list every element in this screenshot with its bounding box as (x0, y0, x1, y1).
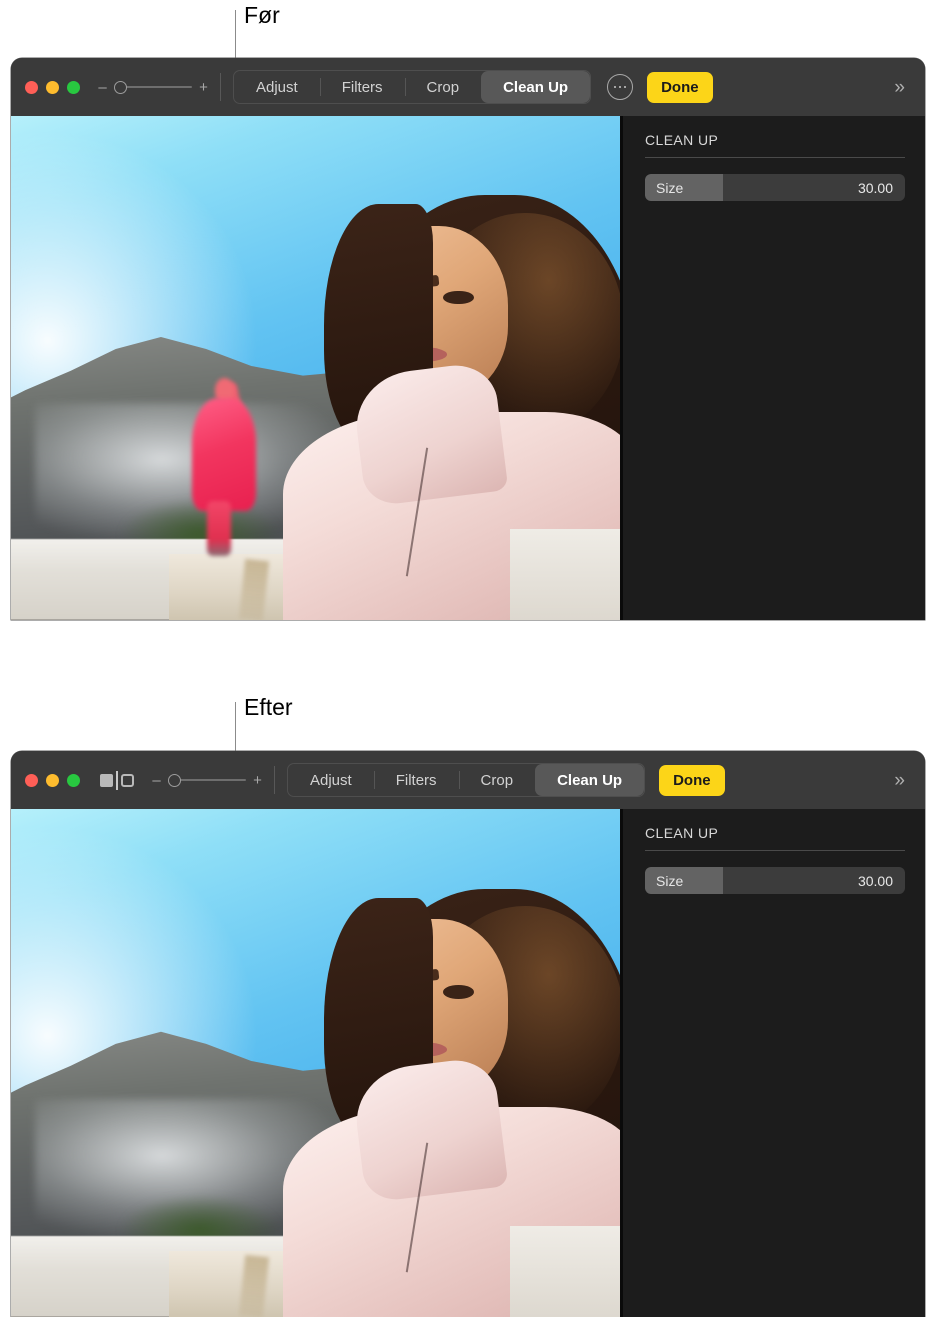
tab-clean-up[interactable]: Clean Up (535, 764, 645, 796)
tab-adjust[interactable]: Adjust (288, 764, 374, 796)
tab-clean-up[interactable]: Clean Up (481, 71, 591, 103)
wall-edge-right (510, 529, 620, 620)
panel-divider (645, 850, 905, 851)
minimize-button-icon[interactable] (46, 773, 59, 787)
chevron-double-right-icon[interactable]: » (894, 78, 905, 97)
zoom-slider-rail (120, 86, 192, 88)
zoom-slider-after[interactable]: – + (152, 773, 262, 788)
maximize-button-icon[interactable] (67, 773, 80, 787)
window-titlebar-before: – + Adjust Filters Crop Clean Up Done » (11, 58, 925, 116)
panel-title: CLEAN UP (645, 825, 719, 841)
size-slider-label: Size (656, 872, 684, 889)
toolbar-divider (220, 73, 221, 101)
zoom-slider-rail (174, 779, 246, 781)
photo-canvas-after[interactable] (11, 809, 623, 1317)
toolbar-divider (274, 766, 275, 794)
zoom-slider-knob[interactable] (114, 80, 127, 94)
size-slider-row[interactable]: Size 30.00 (645, 867, 905, 894)
person-coat (191, 398, 257, 511)
tab-filters[interactable]: Filters (319, 71, 405, 103)
tab-crop[interactable]: Crop (404, 71, 482, 103)
tab-adjust[interactable]: Adjust (234, 71, 320, 103)
edit-mode-tabs-before: Adjust Filters Crop Clean Up (233, 70, 592, 104)
photos-editor-window-after: – + Adjust Filters Crop Clean Up Done » (11, 751, 925, 1317)
compare-filled-square-icon (100, 773, 113, 787)
background-person-highlighted (188, 378, 261, 559)
done-button[interactable]: Done (647, 71, 713, 103)
screenshot-page: Før – + Adjust Filters Crop Clean Up Don… (0, 0, 931, 1317)
callout-label-before: Før (244, 2, 280, 28)
ellipsis-dot (618, 85, 622, 89)
chevron-double-right-icon[interactable]: » (894, 771, 905, 790)
panel-divider (645, 157, 905, 158)
compare-before-after-icon[interactable] (100, 770, 134, 790)
photos-editor-window-before: – + Adjust Filters Crop Clean Up Done » … (11, 58, 925, 620)
zoom-in-icon[interactable]: + (253, 773, 262, 788)
compare-outline-square-icon (121, 773, 134, 787)
callout-label-after: Efter (244, 694, 293, 720)
clean-up-panel-before: CLEAN UP Size 30.00 (623, 116, 925, 620)
size-slider-value: 30.00 (857, 872, 893, 889)
done-button[interactable]: Done (659, 764, 725, 796)
wall-edge-right (510, 1225, 620, 1317)
window-body-after: CLEAN UP Size 30.00 (11, 809, 925, 1317)
zoom-out-icon[interactable]: – (98, 80, 107, 95)
window-titlebar-after: – + Adjust Filters Crop Clean Up Done » (11, 751, 925, 809)
panel-title: CLEAN UP (645, 132, 719, 148)
zoom-out-icon[interactable]: – (152, 773, 161, 788)
size-slider-row[interactable]: Size 30.00 (645, 174, 905, 201)
maximize-button-icon[interactable] (67, 80, 80, 94)
clean-up-panel-after: CLEAN UP Size 30.00 (623, 809, 925, 1317)
edit-mode-tabs-after: Adjust Filters Crop Clean Up (287, 763, 646, 797)
photo-image-before (11, 116, 620, 620)
minimize-button-icon[interactable] (46, 80, 59, 94)
ellipsis-dot (623, 85, 627, 89)
subject-eye-right (443, 984, 474, 999)
size-slider-label: Size (656, 179, 684, 196)
zoom-slider-knob[interactable] (168, 773, 181, 787)
more-options-icon[interactable] (607, 74, 634, 100)
zoom-slider-track[interactable] (168, 773, 246, 787)
size-slider-value: 30.00 (857, 179, 893, 196)
zoom-slider-before[interactable]: – + (98, 80, 208, 95)
window-body-before: CLEAN UP Size 30.00 (11, 116, 925, 620)
photo-image-after (11, 809, 620, 1317)
photo-canvas-before[interactable] (11, 116, 623, 620)
traffic-lights-after (25, 773, 80, 787)
person-legs (206, 501, 232, 556)
close-button-icon[interactable] (25, 80, 38, 94)
traffic-lights-before (25, 80, 80, 94)
zoom-slider-track[interactable] (114, 80, 192, 94)
tab-filters[interactable]: Filters (373, 764, 459, 796)
close-button-icon[interactable] (25, 773, 38, 787)
compare-divider-icon (116, 770, 118, 790)
zoom-in-icon[interactable]: + (199, 80, 208, 95)
ellipsis-dot (613, 85, 617, 89)
tab-crop[interactable]: Crop (458, 764, 536, 796)
